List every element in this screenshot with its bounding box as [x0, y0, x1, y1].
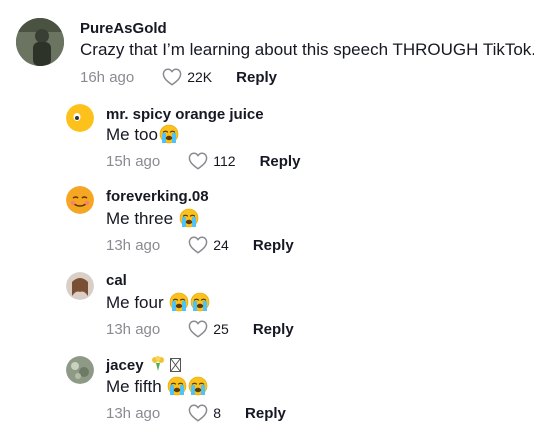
avatar-photo-icon	[16, 18, 64, 66]
bouquet-icon	[151, 356, 164, 371]
reply-button[interactable]: Reply	[236, 69, 277, 86]
comment-timestamp: 13h ago	[106, 236, 161, 254]
crying-face-emoji	[169, 292, 189, 312]
avatar-photo-icon	[66, 186, 94, 214]
like-button[interactable]: 112	[188, 152, 236, 170]
comment-meta: 13h ago 24 Reply	[106, 236, 294, 254]
avatar-photo-icon	[66, 104, 94, 132]
comment-timestamp: 16h ago	[80, 68, 135, 86]
like-button[interactable]: 25	[188, 320, 229, 338]
avatar[interactable]	[66, 356, 94, 384]
reply-item: mr. spicy orange juice Me too 15h ago 11…	[0, 90, 534, 176]
avatar-photo-icon	[66, 356, 94, 384]
heart-outline-icon	[188, 152, 208, 170]
like-button[interactable]: 8	[188, 404, 221, 422]
reply-item: cal Me four 13h ago 25 Reply	[0, 260, 534, 344]
like-button[interactable]: 24	[188, 236, 229, 254]
heart-outline-icon	[188, 404, 208, 422]
avatar[interactable]	[66, 104, 94, 132]
comment-username-text: jacey	[106, 357, 144, 374]
comment-timestamp: 15h ago	[106, 152, 161, 170]
comment-username[interactable]: jacey	[106, 356, 181, 374]
comment-text: Me fifth	[106, 376, 208, 397]
comment-text-content: Me four	[106, 293, 164, 312]
like-count: 8	[213, 405, 222, 421]
like-count: 112	[213, 153, 236, 169]
crying-face-emoji	[190, 292, 210, 312]
reply-item: foreverking.08 Me three 13h ago 24 Reply	[0, 176, 534, 260]
reply-item: jacey Me fifth 13h ago 8 Reply	[0, 344, 534, 436]
like-count: 22K	[187, 69, 213, 85]
comment-username[interactable]: mr. spicy orange juice	[106, 106, 264, 123]
comment-text: Me four	[106, 292, 210, 313]
comment-username[interactable]: foreverking.08	[106, 188, 209, 205]
comment-text-content: Me too	[106, 125, 158, 144]
comment-meta: 15h ago 112 Reply	[106, 152, 300, 170]
crying-face-emoji	[179, 208, 199, 228]
missing-glyph-icon	[169, 358, 181, 372]
heart-outline-icon	[188, 320, 208, 338]
avatar-photo-icon	[66, 272, 94, 300]
comment-timestamp: 13h ago	[106, 404, 161, 422]
comment-username[interactable]: cal	[106, 272, 127, 289]
comment-text-content: Me three	[106, 209, 174, 228]
crying-face-emoji	[167, 376, 187, 396]
avatar[interactable]	[66, 186, 94, 214]
crying-face-emoji	[188, 376, 208, 396]
crying-face-emoji	[159, 124, 179, 144]
comment-text: Me too	[106, 124, 179, 145]
comment-item: PureAsGold Crazy that I’m learning about…	[0, 0, 534, 90]
heart-outline-icon	[188, 236, 208, 254]
comment-meta: 16h ago 22K Reply	[80, 68, 277, 86]
comment-timestamp: 13h ago	[106, 320, 161, 338]
comment-text-content: Me fifth	[106, 377, 162, 396]
reply-button[interactable]: Reply	[253, 237, 294, 254]
comment-username[interactable]: PureAsGold	[80, 20, 167, 37]
reply-button[interactable]: Reply	[245, 405, 286, 422]
reply-button[interactable]: Reply	[260, 153, 301, 170]
avatar[interactable]	[16, 18, 64, 66]
like-button[interactable]: 22K	[162, 68, 212, 86]
comment-meta: 13h ago 25 Reply	[106, 320, 294, 338]
comment-text: Me three	[106, 208, 199, 229]
heart-outline-icon	[162, 68, 182, 86]
reply-button[interactable]: Reply	[253, 321, 294, 338]
like-count: 25	[213, 321, 229, 337]
comment-text: Crazy that I’m learning about this speec…	[80, 40, 534, 59]
comment-meta: 13h ago 8 Reply	[106, 404, 286, 422]
avatar[interactable]	[66, 272, 94, 300]
like-count: 24	[213, 237, 229, 253]
